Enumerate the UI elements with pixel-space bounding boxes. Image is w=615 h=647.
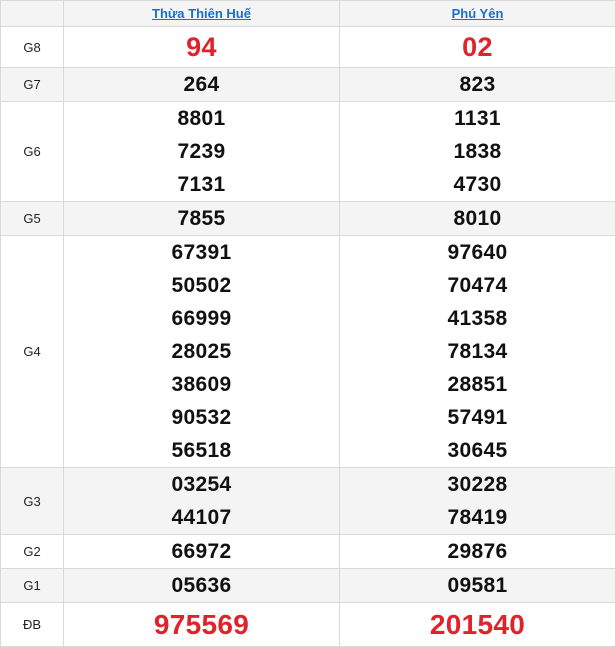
winning-number: 1131 (340, 102, 615, 135)
prize-row-db: ĐB975569201540 (1, 603, 615, 647)
prize-cell-province-2: 29876 (340, 535, 615, 569)
prize-cell-province-1: 0325444107 (64, 468, 340, 535)
prize-cell-province-1: 975569 (64, 603, 340, 647)
winning-number: 67391 (64, 236, 339, 269)
winning-number: 201540 (340, 603, 615, 646)
winning-number: 264 (64, 68, 339, 101)
winning-number: 28025 (64, 335, 339, 368)
winning-number: 05636 (64, 569, 339, 602)
prize-label: G1 (1, 569, 64, 603)
prize-label: G5 (1, 202, 64, 236)
winning-number: 09581 (340, 569, 615, 602)
prize-cell-province-2: 201540 (340, 603, 615, 647)
winning-number: 38609 (64, 368, 339, 401)
winning-number: 70474 (340, 269, 615, 302)
prize-cell-province-2: 97640704744135878134288515749130645 (340, 236, 615, 468)
winning-number: 02 (340, 27, 615, 67)
winning-number: 7239 (64, 135, 339, 168)
prize-row-g3: G303254441073022878419 (1, 468, 615, 535)
winning-number: 30645 (340, 434, 615, 467)
prize-label: G3 (1, 468, 64, 535)
prize-row-g7: G7264823 (1, 68, 615, 102)
winning-number: 975569 (64, 603, 339, 646)
winning-number: 50502 (64, 269, 339, 302)
province-header-2: Phú Yên (340, 1, 615, 27)
winning-number: 7131 (64, 168, 339, 201)
winning-number: 94 (64, 27, 339, 67)
winning-number: 29876 (340, 535, 615, 568)
province-link-2[interactable]: Phú Yên (452, 6, 504, 21)
prize-label: G4 (1, 236, 64, 468)
winning-number: 823 (340, 68, 615, 101)
prize-cell-province-1: 67391505026699928025386099053256518 (64, 236, 340, 468)
winning-number: 44107 (64, 501, 339, 534)
prize-cell-province-2: 02 (340, 27, 615, 68)
prize-cell-province-2: 113118384730 (340, 102, 615, 202)
winning-number: 66999 (64, 302, 339, 335)
prize-cell-province-1: 7855 (64, 202, 340, 236)
results-body: G89402G7264823G6880172397131113118384730… (1, 27, 615, 647)
prize-cell-province-2: 3022878419 (340, 468, 615, 535)
winning-number: 8010 (340, 202, 615, 235)
prize-label: G2 (1, 535, 64, 569)
winning-number: 56518 (64, 434, 339, 467)
prize-row-g8: G89402 (1, 27, 615, 68)
winning-number: 03254 (64, 468, 339, 501)
prize-row-g5: G578558010 (1, 202, 615, 236)
prize-row-g2: G26697229876 (1, 535, 615, 569)
prize-row-g6: G6880172397131113118384730 (1, 102, 615, 202)
prize-cell-province-1: 66972 (64, 535, 340, 569)
prize-label: G7 (1, 68, 64, 102)
winning-number: 30228 (340, 468, 615, 501)
winning-number: 41358 (340, 302, 615, 335)
winning-number: 78134 (340, 335, 615, 368)
winning-number: 4730 (340, 168, 615, 201)
winning-number: 1838 (340, 135, 615, 168)
winning-number: 90532 (64, 401, 339, 434)
lottery-results-table: Thừa Thiên Huế Phú Yên G89402G7264823G68… (0, 0, 615, 647)
winning-number: 8801 (64, 102, 339, 135)
prize-label: G6 (1, 102, 64, 202)
province-header-1: Thừa Thiên Huế (64, 1, 340, 27)
prize-cell-province-2: 09581 (340, 569, 615, 603)
winning-number: 78419 (340, 501, 615, 534)
prize-cell-province-2: 823 (340, 68, 615, 102)
prize-cell-province-2: 8010 (340, 202, 615, 236)
prize-cell-province-1: 05636 (64, 569, 340, 603)
prize-label: ĐB (1, 603, 64, 647)
prize-cell-province-1: 264 (64, 68, 340, 102)
header-corner-cell (1, 1, 64, 27)
winning-number: 7855 (64, 202, 339, 235)
winning-number: 57491 (340, 401, 615, 434)
winning-number: 28851 (340, 368, 615, 401)
prize-cell-province-1: 880172397131 (64, 102, 340, 202)
prize-label: G8 (1, 27, 64, 68)
prize-row-g4: G467391505026699928025386099053256518976… (1, 236, 615, 468)
winning-number: 97640 (340, 236, 615, 269)
header-row: Thừa Thiên Huế Phú Yên (1, 1, 615, 27)
prize-row-g1: G10563609581 (1, 569, 615, 603)
province-link-1[interactable]: Thừa Thiên Huế (152, 6, 251, 21)
prize-cell-province-1: 94 (64, 27, 340, 68)
winning-number: 66972 (64, 535, 339, 568)
